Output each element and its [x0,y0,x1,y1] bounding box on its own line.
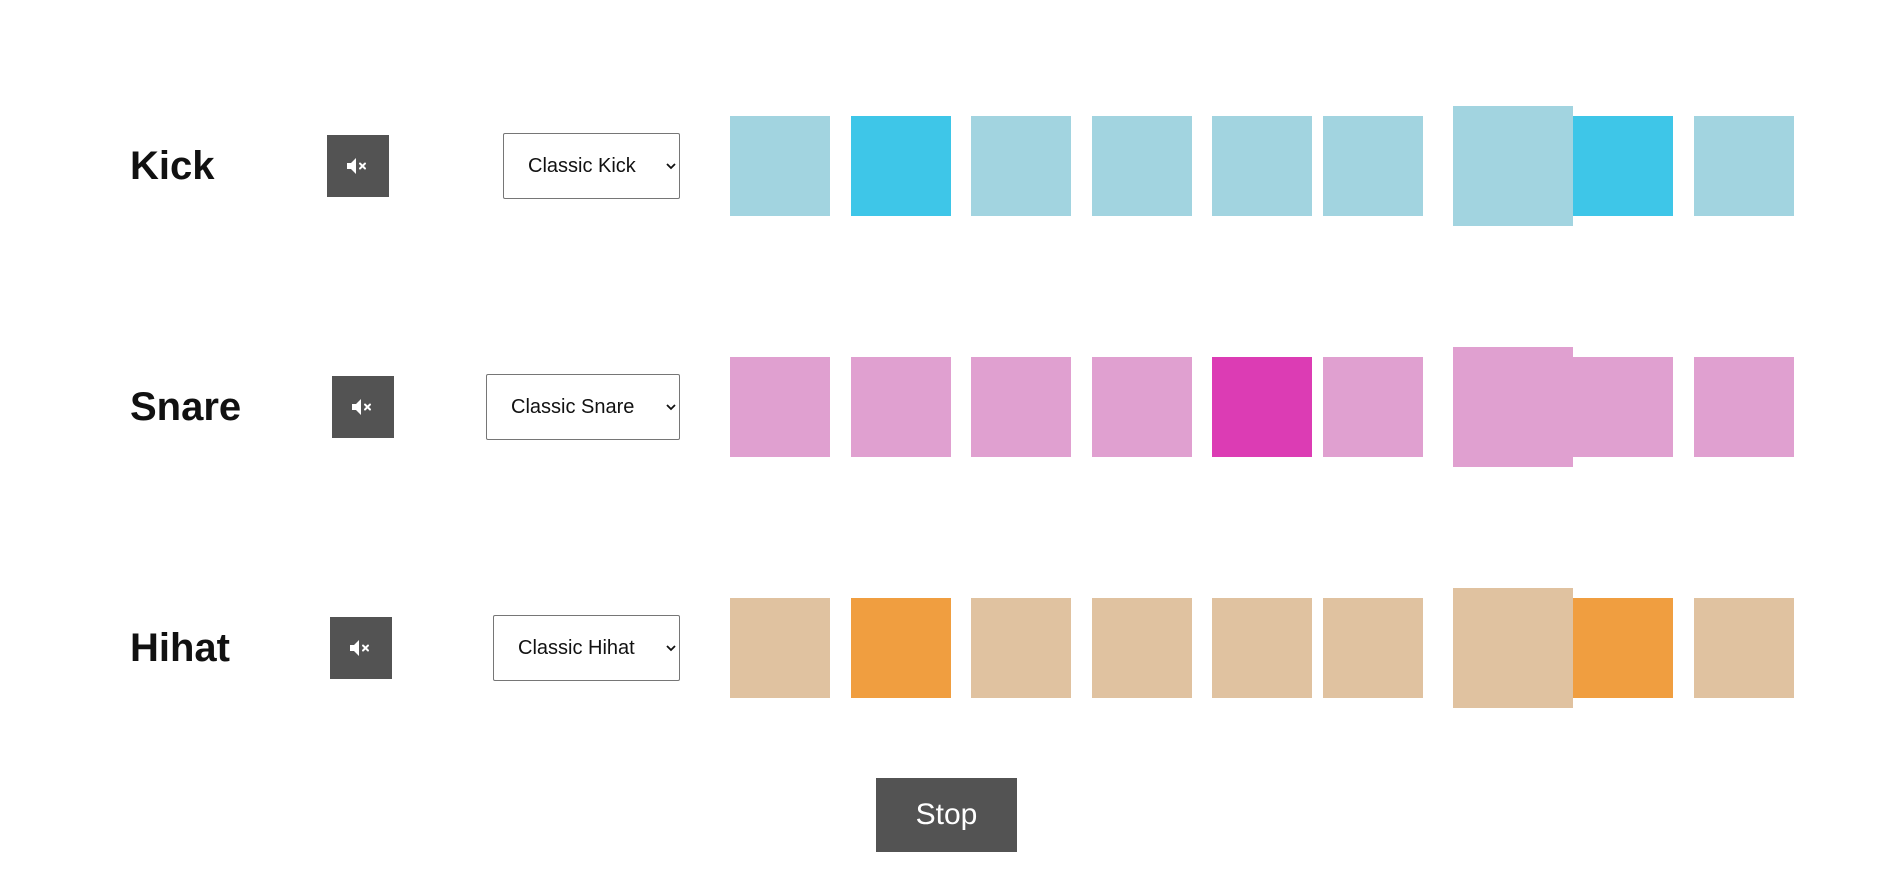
step-pad-kick-1[interactable] [730,116,830,216]
track-row-kick: Kick Classic Kick [0,106,1890,226]
step-pad-hihat-9[interactable] [1694,598,1794,698]
volume-mute-icon [347,158,366,174]
track-name-hihat: Hihat [130,626,230,670]
step-pad-hihat-6[interactable] [1323,598,1423,698]
track-row-snare: Snare Classic Snare [0,347,1890,467]
sound-select-snare[interactable]: Classic Snare [486,374,680,440]
step-pad-kick-5[interactable] [1212,116,1312,216]
step-pad-kick-6[interactable] [1323,116,1423,216]
step-pad-snare-5[interactable] [1212,357,1312,457]
step-pad-kick-7[interactable] [1453,106,1573,226]
step-pad-kick-2[interactable] [851,116,951,216]
track-name-kick: Kick [130,144,215,188]
track-row-hihat: Hihat Classic Hihat [0,588,1890,708]
step-pad-snare-2[interactable] [851,357,951,457]
step-pad-hihat-7[interactable] [1453,588,1573,708]
step-pad-snare-9[interactable] [1694,357,1794,457]
step-pad-kick-8[interactable] [1573,116,1673,216]
step-pad-hihat-5[interactable] [1212,598,1312,698]
step-pad-kick-3[interactable] [971,116,1071,216]
sound-select-kick[interactable]: Classic Kick [503,133,680,199]
step-pad-snare-3[interactable] [971,357,1071,457]
mute-button-kick[interactable] [327,135,389,197]
step-pad-hihat-2[interactable] [851,598,951,698]
step-pad-hihat-8[interactable] [1573,598,1673,698]
stop-button[interactable]: Stop [876,778,1017,852]
step-pad-snare-4[interactable] [1092,357,1192,457]
step-pad-hihat-4[interactable] [1092,598,1192,698]
drum-machine: Kick Classic Kick Snare Classic Snare Hi… [0,0,1890,882]
track-name-snare: Snare [130,385,242,429]
step-pad-hihat-1[interactable] [730,598,830,698]
volume-mute-icon [352,399,371,415]
step-pad-kick-9[interactable] [1694,116,1794,216]
step-pad-snare-8[interactable] [1573,357,1673,457]
sound-select-hihat[interactable]: Classic Hihat [493,615,680,681]
step-pad-snare-1[interactable] [730,357,830,457]
mute-button-hihat[interactable] [330,617,392,679]
step-pad-hihat-3[interactable] [971,598,1071,698]
volume-mute-icon [350,640,369,656]
step-pad-snare-7[interactable] [1453,347,1573,467]
step-pad-snare-6[interactable] [1323,357,1423,457]
step-pad-kick-4[interactable] [1092,116,1192,216]
mute-button-snare[interactable] [332,376,394,438]
